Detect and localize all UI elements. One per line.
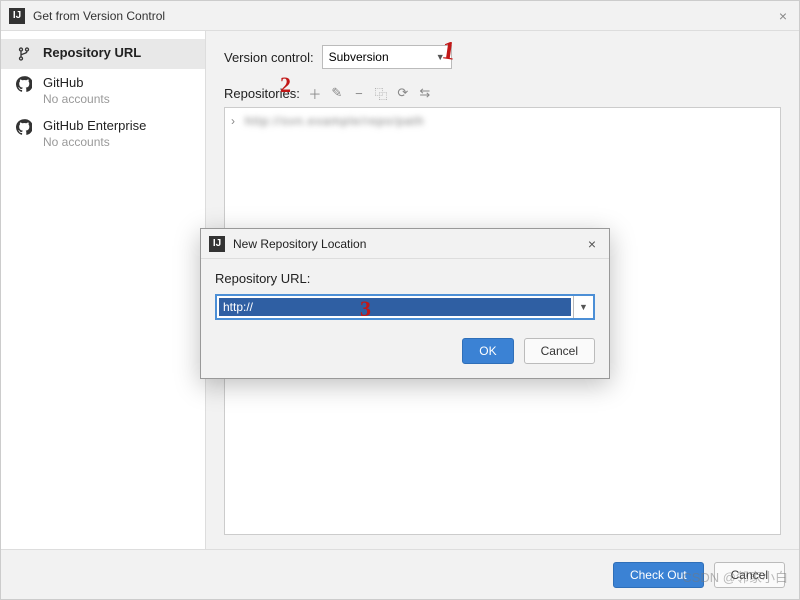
sidebar-item-sublabel: No accounts [43,92,110,106]
sidebar-item-github-enterprise[interactable]: GitHub Enterprise No accounts [1,112,205,155]
version-control-select[interactable]: Subversion ▼ [322,45,452,69]
ok-button[interactable]: OK [462,338,513,364]
repository-url-label: Repository URL: [215,271,595,286]
github-icon [15,118,33,136]
app-icon: IJ [209,236,225,252]
settings-button[interactable]: ⇆ [414,83,436,103]
remove-button[interactable]: − [348,83,370,103]
branch-icon [15,45,33,63]
version-control-label: Version control: [224,50,314,65]
cancel-button[interactable]: Cancel [524,338,595,364]
dialog-titlebar: IJ New Repository Location × [201,229,609,259]
app-icon: IJ [9,8,25,24]
checkout-button[interactable]: Check Out [613,562,704,588]
dialog-title: New Repository Location [233,237,583,251]
repositories-row: Repositories: ＋ ✎ − ⿻ ⟳ ⇆ [224,83,781,103]
sidebar-item-sublabel: No accounts [43,135,146,149]
sidebar-item-label: GitHub [43,75,110,90]
close-icon[interactable]: × [583,236,601,252]
add-button[interactable]: ＋ [304,83,326,103]
refresh-button[interactable]: ⟳ [392,83,414,103]
list-item[interactable]: › http://svn.example/repo/path [231,114,774,128]
repository-path: http://svn.example/repo/path [245,114,424,128]
sidebar-item-label: GitHub Enterprise [43,118,146,133]
repositories-label: Repositories: [224,86,300,101]
version-control-value: Subversion [329,50,389,64]
repository-url-input[interactable] [219,298,571,316]
github-icon [15,75,33,93]
footer: Check Out Cancel [1,549,799,599]
sidebar-item-github[interactable]: GitHub No accounts [1,69,205,112]
dialog-footer: OK Cancel [201,328,609,378]
chevron-down-icon[interactable]: ▼ [573,296,593,318]
window-title: Get from Version Control [33,9,775,23]
new-repo-dialog: IJ New Repository Location × Repository … [200,228,610,379]
chevron-down-icon: ▼ [436,52,445,62]
sidebar-item-label: Repository URL [43,45,141,60]
chevron-right-icon: › [231,114,241,128]
edit-button[interactable]: ✎ [326,83,348,103]
sidebar-item-repository-url[interactable]: Repository URL [1,39,205,69]
copy-button[interactable]: ⿻ [370,83,392,103]
dialog-body: Repository URL: ▼ [201,259,609,328]
version-control-row: Version control: Subversion ▼ [224,45,781,69]
titlebar: IJ Get from Version Control × [1,1,799,31]
repositories-toolbar: ＋ ✎ − ⿻ ⟳ ⇆ [304,83,436,103]
repository-url-field[interactable]: ▼ [215,294,595,320]
close-icon[interactable]: × [775,8,791,24]
sidebar: Repository URL GitHub No accounts GitHub… [1,31,206,549]
cancel-button[interactable]: Cancel [714,562,785,588]
